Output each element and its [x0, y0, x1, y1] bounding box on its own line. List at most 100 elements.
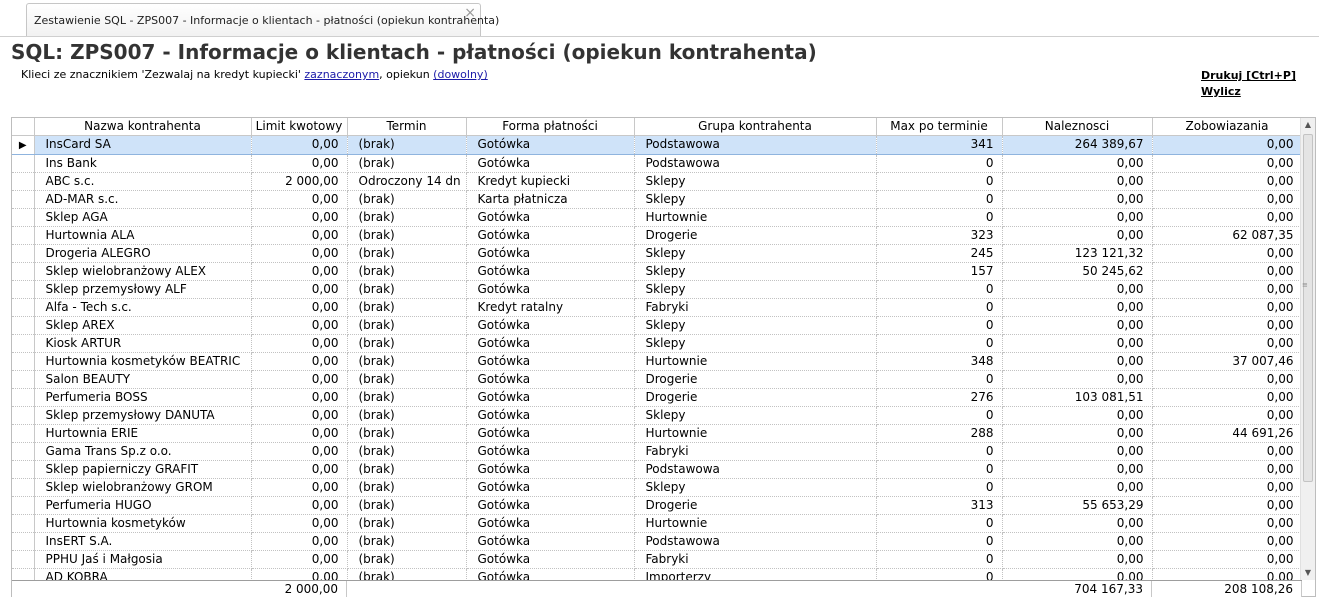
cell-group[interactable]: Drogerie — [634, 496, 877, 515]
cell-receivables[interactable]: 0,00 — [1002, 208, 1153, 227]
cell-receivables[interactable]: 0,00 — [1002, 316, 1153, 335]
cell-term[interactable]: (brak) — [347, 424, 467, 443]
cell-receivables[interactable]: 0,00 — [1002, 226, 1153, 245]
cell-limit[interactable]: 0,00 — [251, 316, 348, 335]
cell-group[interactable]: Sklepy — [634, 406, 877, 425]
cell-liabilities[interactable]: 0,00 — [1152, 550, 1302, 569]
cell-liabilities[interactable]: 0,00 — [1152, 134, 1302, 155]
cell-max-overdue[interactable]: 0 — [876, 208, 1003, 227]
cell-payment-form[interactable]: Gotówka — [466, 550, 635, 569]
cell-max-overdue[interactable]: 0 — [876, 154, 1003, 173]
cell-liabilities[interactable]: 0,00 — [1152, 316, 1302, 335]
row-indicator[interactable] — [12, 424, 35, 443]
column-header-max-overdue[interactable]: Max po terminie — [876, 118, 1003, 136]
cell-payment-form[interactable]: Gotówka — [466, 496, 635, 515]
cell-receivables[interactable]: 123 121,32 — [1002, 244, 1153, 263]
cell-receivables[interactable]: 0,00 — [1002, 370, 1153, 389]
cell-name[interactable]: Sklep papierniczy GRAFIT — [34, 460, 252, 479]
table-row[interactable]: Sklep przemysłowy ALF 0,00 (brak) Gotówka Sk… — [12, 280, 1302, 299]
cell-group[interactable]: Fabryki — [634, 550, 877, 569]
column-header-name[interactable]: Nazwa kontrahenta — [34, 118, 252, 136]
row-indicator[interactable] — [12, 370, 35, 389]
cell-payment-form[interactable]: Gotówka — [466, 514, 635, 533]
cell-group[interactable]: Sklepy — [634, 244, 877, 263]
row-indicator[interactable] — [12, 496, 35, 515]
cell-limit[interactable]: 0,00 — [251, 208, 348, 227]
cell-liabilities[interactable]: 0,00 — [1152, 244, 1302, 263]
table-row[interactable]: Sklep AGA 0,00 (brak) Gotówka Hurtownie 0 0,00… — [12, 208, 1302, 227]
cell-name[interactable]: Sklep AREX — [34, 316, 252, 335]
scroll-thumb[interactable] — [1303, 134, 1313, 482]
cell-limit[interactable]: 0,00 — [251, 370, 348, 389]
cell-group[interactable]: Hurtownie — [634, 514, 877, 533]
cell-term[interactable]: Odroczony 14 dn — [347, 172, 467, 191]
cell-name[interactable]: Hurtownia kosmetyków BEATRIC — [34, 352, 252, 371]
column-header-liabilities[interactable]: Zobowiazania — [1152, 118, 1302, 136]
table-row[interactable]: PPHU Jaś i Małgosia 0,00 (brak) Gotówka Fabr… — [12, 550, 1302, 569]
cell-term[interactable]: (brak) — [347, 208, 467, 227]
cell-name[interactable]: Sklep wielobranżowy GROM — [34, 478, 252, 497]
column-header-limit[interactable]: Limit kwotowy — [251, 118, 348, 136]
cell-group[interactable]: Hurtownie — [634, 208, 877, 227]
cell-limit[interactable]: 0,00 — [251, 190, 348, 209]
cell-name[interactable]: Sklep przemysłowy DANUTA — [34, 406, 252, 425]
cell-term[interactable]: (brak) — [347, 352, 467, 371]
cell-limit[interactable]: 0,00 — [251, 496, 348, 515]
cell-name[interactable]: Sklep przemysłowy ALF — [34, 280, 252, 299]
cell-group[interactable]: Fabryki — [634, 442, 877, 461]
table-row[interactable]: Salon BEAUTY 0,00 (brak) Gotówka Drogerie 0 0,… — [12, 370, 1302, 389]
row-indicator[interactable] — [12, 190, 35, 209]
scroll-down-icon[interactable]: ▼ — [1301, 566, 1315, 580]
table-row[interactable]: Sklep papierniczy GRAFIT 0,00 (brak) Gotówk… — [12, 460, 1302, 479]
cell-name[interactable]: InsERT S.A. — [34, 532, 252, 551]
cell-payment-form[interactable]: Kredyt ratalny — [466, 298, 635, 317]
calculate-button[interactable]: Wylicz — [1201, 84, 1296, 100]
cell-liabilities[interactable]: 0,00 — [1152, 496, 1302, 515]
cell-limit[interactable]: 0,00 — [251, 460, 348, 479]
cell-liabilities[interactable]: 0,00 — [1152, 442, 1302, 461]
cell-limit[interactable]: 0,00 — [251, 568, 348, 580]
cell-limit[interactable]: 0,00 — [251, 352, 348, 371]
cell-payment-form[interactable]: Gotówka — [466, 334, 635, 353]
cell-name[interactable]: AD-MAR s.c. — [34, 190, 252, 209]
cell-limit[interactable]: 0,00 — [251, 550, 348, 569]
cell-payment-form[interactable]: Gotówka — [466, 478, 635, 497]
cell-name[interactable]: Ins Bank — [34, 154, 252, 173]
table-row[interactable]: ▶ InsCard SA 0,00 (brak) Gotówka Podstawowa 34… — [12, 134, 1302, 155]
table-row[interactable]: Sklep wielobranżowy ALEX 0,00 (brak) Gotówk… — [12, 262, 1302, 281]
cell-term[interactable]: (brak) — [347, 280, 467, 299]
cell-liabilities[interactable]: 0,00 — [1152, 478, 1302, 497]
cell-liabilities[interactable]: 0,00 — [1152, 460, 1302, 479]
cell-term[interactable]: (brak) — [347, 316, 467, 335]
cell-group[interactable]: Podstawowa — [634, 154, 877, 173]
cell-max-overdue[interactable]: 0 — [876, 280, 1003, 299]
cell-limit[interactable]: 0,00 — [251, 226, 348, 245]
row-indicator[interactable] — [12, 226, 35, 245]
cell-term[interactable]: (brak) — [347, 460, 467, 479]
cell-group[interactable]: Sklepy — [634, 190, 877, 209]
cell-receivables[interactable]: 103 081,51 — [1002, 388, 1153, 407]
cell-limit[interactable]: 0,00 — [251, 134, 348, 155]
cell-payment-form[interactable]: Gotówka — [466, 280, 635, 299]
table-row[interactable]: Sklep przemysłowy DANUTA 0,00 (brak) Gotówk… — [12, 406, 1302, 425]
cell-term[interactable]: (brak) — [347, 532, 467, 551]
cell-max-overdue[interactable]: 348 — [876, 352, 1003, 371]
cell-limit[interactable]: 0,00 — [251, 424, 348, 443]
cell-max-overdue[interactable]: 0 — [876, 550, 1003, 569]
cell-payment-form[interactable]: Gotówka — [466, 134, 635, 155]
cell-receivables[interactable]: 0,00 — [1002, 172, 1153, 191]
cell-name[interactable]: Alfa - Tech s.c. — [34, 298, 252, 317]
cell-group[interactable]: Drogerie — [634, 388, 877, 407]
table-row[interactable]: Hurtownia kosmetyków BEATRIC 0,00 (brak) Go… — [12, 352, 1302, 371]
column-header-payment-form[interactable]: Forma płatności — [466, 118, 635, 136]
table-row[interactable]: Sklep wielobranżowy GROM 0,00 (brak) Gotówk… — [12, 478, 1302, 497]
cell-liabilities[interactable]: 0,00 — [1152, 298, 1302, 317]
cell-liabilities[interactable]: 0,00 — [1152, 514, 1302, 533]
print-button[interactable]: Drukuj [Ctrl+P] — [1201, 68, 1296, 84]
cell-group[interactable]: Drogerie — [634, 370, 877, 389]
cell-term[interactable]: (brak) — [347, 154, 467, 173]
cell-name[interactable]: ABC s.c. — [34, 172, 252, 191]
cell-term[interactable]: (brak) — [347, 406, 467, 425]
cell-receivables[interactable]: 0,00 — [1002, 298, 1153, 317]
row-indicator[interactable] — [12, 532, 35, 551]
